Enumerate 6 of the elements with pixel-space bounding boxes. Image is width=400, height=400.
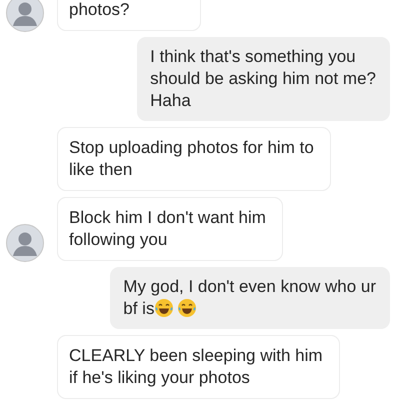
message-text: Stop uploading photos for him to like then — [69, 138, 314, 179]
message-text: photos? — [69, 0, 130, 19]
message-text: Block him I don't want him following you — [69, 208, 266, 249]
message-text: CLEARLY been sleeping with him if he's liking your photos — [69, 346, 323, 387]
message-text: My god, I don't even know who ur bf is — [123, 277, 376, 318]
message-text: I think that's something you should be asking him not me? Haha — [150, 47, 376, 110]
